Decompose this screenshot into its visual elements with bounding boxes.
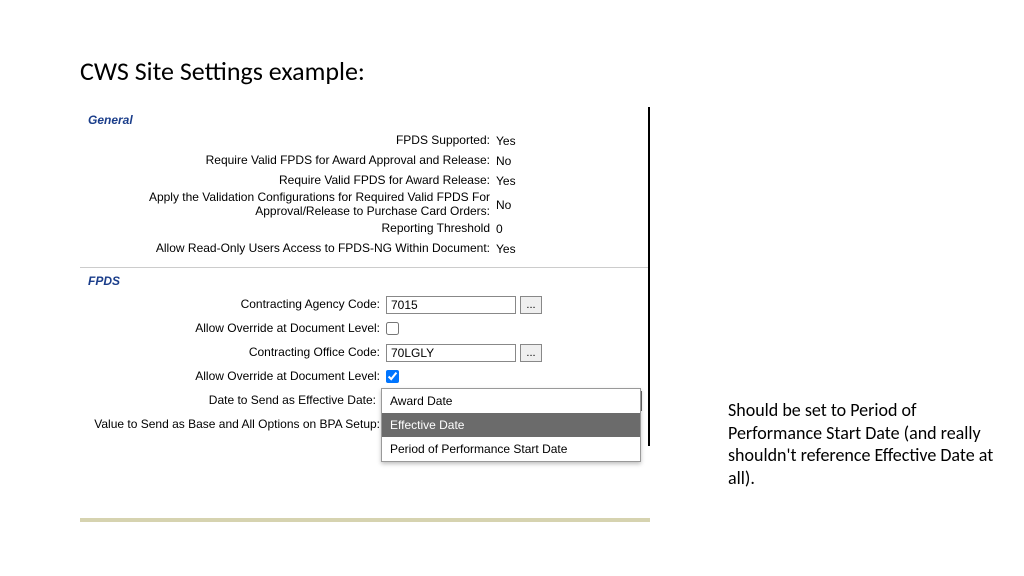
row-contracting-agency-code: Contracting Agency Code: ... <box>86 294 642 316</box>
section-general: General FPDS Supported: Yes Require Vali… <box>80 107 648 268</box>
contracting-office-code-input[interactable] <box>386 344 516 362</box>
row-fpds-supported: FPDS Supported: Yes <box>86 131 642 151</box>
annotation-text: Should be set to Period of Performance S… <box>728 399 1008 489</box>
label: Contracting Agency Code: <box>86 298 384 312</box>
row-allow-override-agency: Allow Override at Document Level: <box>86 318 642 340</box>
section-fpds: FPDS Contracting Agency Code: ... Allow … <box>80 268 648 446</box>
value: 0 <box>494 222 503 236</box>
value: Yes <box>494 242 516 256</box>
value: Yes <box>494 134 516 148</box>
dropdown-option-effective-date[interactable]: Effective Date <box>382 413 640 437</box>
dropdown-option-award-date[interactable]: Award Date <box>382 389 640 413</box>
row-allow-readonly-users: Allow Read-Only Users Access to FPDS-NG … <box>86 239 642 259</box>
value: No <box>494 198 511 212</box>
page-title: CWS Site Settings example: <box>0 0 1024 87</box>
row-reporting-threshold: Reporting Threshold 0 <box>86 219 642 239</box>
label: Apply the Validation Configurations for … <box>86 191 494 219</box>
office-code-lookup-button[interactable]: ... <box>520 344 542 362</box>
label: Require Valid FPDS for Award Release: <box>86 174 494 188</box>
label: Allow Override at Document Level: <box>86 322 384 336</box>
label: Allow Read-Only Users Access to FPDS-NG … <box>86 242 494 256</box>
label: FPDS Supported: <box>86 134 494 148</box>
dropdown-option-pop-start-date[interactable]: Period of Performance Start Date <box>382 437 640 461</box>
row-allow-override-office: Allow Override at Document Level: <box>86 366 642 388</box>
agency-code-lookup-button[interactable]: ... <box>520 296 542 314</box>
row-require-valid-award-approval-release: Require Valid FPDS for Award Approval an… <box>86 151 642 171</box>
contracting-agency-code-input[interactable] <box>386 296 516 314</box>
settings-panel: General FPDS Supported: Yes Require Vali… <box>80 107 650 446</box>
label: Reporting Threshold <box>86 222 494 236</box>
label: Value to Send as Base and All Options on… <box>86 418 384 432</box>
footer-bar <box>80 518 650 522</box>
label: Date to Send as Effective Date: <box>86 394 380 408</box>
section-title-fpds: FPDS <box>86 272 642 292</box>
allow-override-office-checkbox[interactable] <box>386 370 399 383</box>
label: Contracting Office Code: <box>86 346 384 360</box>
value: No <box>494 154 511 168</box>
section-title-general: General <box>86 111 642 131</box>
label: Allow Override at Document Level: <box>86 370 384 384</box>
row-contracting-office-code: Contracting Office Code: ... <box>86 342 642 364</box>
row-apply-validation-config: Apply the Validation Configurations for … <box>86 191 642 219</box>
row-require-valid-award-release: Require Valid FPDS for Award Release: Ye… <box>86 171 642 191</box>
date-to-send-dropdown[interactable]: Award Date Effective Date Period of Perf… <box>381 388 641 462</box>
allow-override-agency-checkbox[interactable] <box>386 322 399 335</box>
value: Yes <box>494 174 516 188</box>
label: Require Valid FPDS for Award Approval an… <box>86 154 494 168</box>
